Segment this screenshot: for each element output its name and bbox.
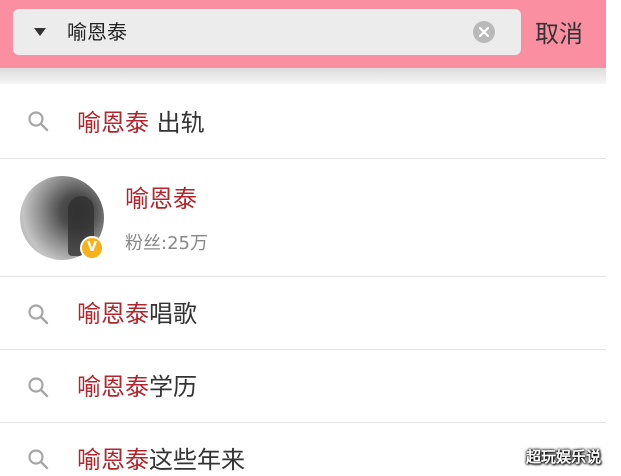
suggestion-rest: 唱歌 [149,300,197,328]
search-icon [28,304,49,325]
search-bar: 喻恩泰 取消 [0,0,606,68]
suggestion-rest: 这些年来 [149,446,245,474]
watermark: 超玩娱乐说 [526,448,602,466]
clear-icon[interactable] [473,21,495,43]
verified-icon: V [80,236,104,260]
cancel-button[interactable]: 取消 [535,12,583,56]
user-name[interactable]: 喻恩泰 [125,183,197,215]
search-icon [28,111,49,132]
dropdown-caret-icon[interactable] [34,28,46,36]
suggestion-text: 喻恩泰学历 [77,371,197,403]
user-fans-count: 粉丝:25万 [125,233,208,254]
suggestion-item[interactable]: 喻恩泰学历 [0,350,606,422]
suggestion-highlight: 喻恩泰 [77,109,149,137]
right-margin [606,0,621,476]
suggestion-rest: 学历 [149,373,197,401]
suggestion-item[interactable]: 喻恩泰唱歌 [0,277,606,349]
suggestion-text: 喻恩泰这些年来 [77,444,245,476]
suggestion-text: 喻恩泰唱歌 [77,298,197,330]
search-icon [28,377,49,398]
suggestion-highlight: 喻恩泰 [77,300,149,328]
suggestion-highlight: 喻恩泰 [77,373,149,401]
suggestion-highlight: 喻恩泰 [77,446,149,474]
header-shadow [0,68,606,84]
search-input[interactable]: 喻恩泰 [13,9,521,55]
search-query-text[interactable]: 喻恩泰 [67,9,127,55]
suggestion-text: 喻恩泰 出轨 [77,107,205,139]
suggestion-rest: 出轨 [149,109,205,137]
search-icon [28,449,49,470]
suggestion-item[interactable]: 喻恩泰 出轨 [0,84,606,158]
suggestion-item[interactable]: 喻恩泰这些年来 [0,423,606,476]
